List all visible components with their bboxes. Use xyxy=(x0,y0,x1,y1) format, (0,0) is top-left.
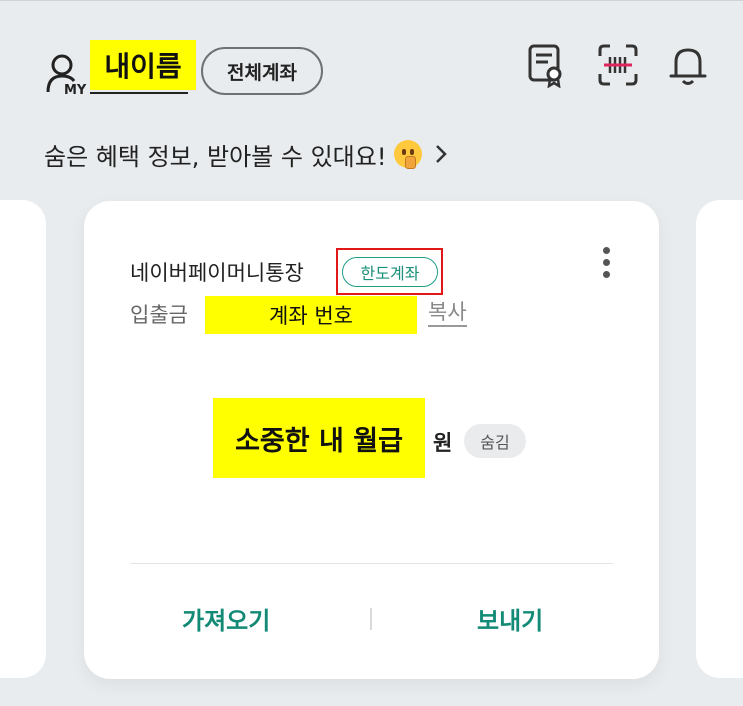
shushing-face-icon xyxy=(394,140,423,169)
promo-text: 숨은 혜택 정보, 받아볼 수 있대요! xyxy=(44,142,387,171)
certificate-icon[interactable] xyxy=(524,42,568,89)
more-options-icon[interactable] xyxy=(599,247,613,285)
user-name-underline xyxy=(90,92,188,94)
copy-button[interactable]: 복사 xyxy=(428,299,467,327)
balance-amount: 소중한 내 월급 xyxy=(213,398,425,478)
account-type-label: 입출금 xyxy=(130,303,188,327)
send-button[interactable]: 보내기 xyxy=(477,601,543,636)
import-button[interactable]: 가져오기 xyxy=(182,601,270,636)
account-card: 네이버페이머니통장 한도계좌 입출금 계좌 번호 복사 소중한 내 월급 원 숨… xyxy=(84,201,659,679)
prev-account-card[interactable] xyxy=(0,200,46,678)
next-account-card[interactable] xyxy=(696,200,743,678)
account-name[interactable]: 네이버페이머니통장 xyxy=(130,257,304,287)
chevron-right-icon xyxy=(436,145,448,163)
hide-balance-button[interactable]: 숨김 xyxy=(464,424,526,458)
header: MY 내이름 전체계좌 숨은 혜택 정보, 받아볼 수 있대요! xyxy=(0,0,743,171)
my-label: MY xyxy=(64,83,87,96)
user-name[interactable]: 내이름 xyxy=(90,40,196,90)
barcode-scan-icon[interactable] xyxy=(596,42,640,88)
bell-icon[interactable] xyxy=(666,42,710,88)
all-accounts-button[interactable]: 전체계좌 xyxy=(201,47,323,95)
card-divider xyxy=(130,563,613,564)
my-profile-icon[interactable]: MY xyxy=(44,52,90,98)
action-separator xyxy=(370,608,372,630)
currency-label: 원 xyxy=(433,431,453,455)
promo-banner[interactable]: 숨은 혜택 정보, 받아볼 수 있대요! xyxy=(44,134,450,174)
account-number: 계좌 번호 xyxy=(205,296,417,334)
annotation-outline xyxy=(336,248,443,295)
